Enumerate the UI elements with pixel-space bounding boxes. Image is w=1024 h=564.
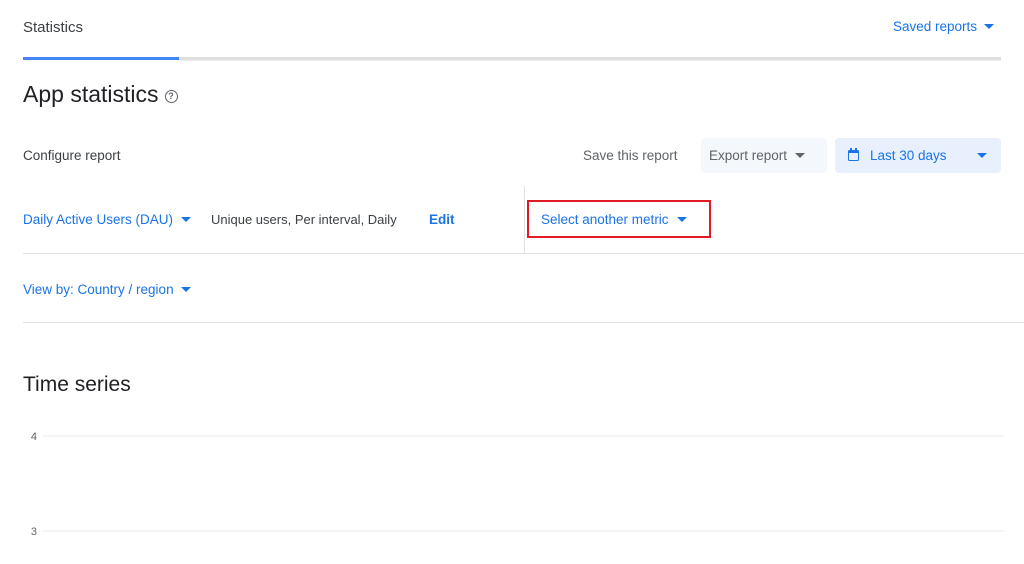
divider [23,253,1024,254]
divider [23,322,1024,323]
export-report-button[interactable]: Export report [701,138,827,173]
help-circle-icon[interactable]: ? [164,90,178,103]
view-by-label: View by: Country / region [23,282,174,297]
caret-down-icon [181,217,192,222]
metric-dropdown[interactable]: Daily Active Users (DAU) [23,212,192,227]
metric-description: Unique users, Per interval, Daily [211,212,397,227]
date-range-label: Last 30 days [870,148,947,163]
caret-down-icon [795,153,806,158]
select-another-metric-dropdown[interactable]: Select another metric [527,200,711,238]
metric-name: Daily Active Users (DAU) [23,212,174,227]
select-another-metric-label: Select another metric [541,211,669,227]
save-report-button[interactable]: Save this report [583,148,678,163]
saved-reports-dropdown[interactable]: Saved reports [893,19,994,34]
view-by-dropdown[interactable]: View by: Country / region [23,282,191,297]
caret-down-icon [180,287,191,292]
top-bar: Statistics Saved reports [0,0,1024,61]
divider [524,186,525,253]
caret-down-icon [977,153,987,158]
caret-down-icon [984,24,994,29]
calendar-icon [848,148,859,161]
y-tick-label: 4 [31,431,37,443]
tab-statistics[interactable]: Statistics [23,19,83,36]
saved-reports-label: Saved reports [892,19,977,34]
tab-active-indicator [23,57,179,60]
divider [179,60,1001,61]
caret-down-icon [676,216,687,222]
date-range-button[interactable]: Last 30 days [835,138,1001,173]
export-report-label: Export report [709,148,788,163]
page-title: App statistics ? [23,81,178,108]
page-title-text: App statistics [23,81,159,107]
edit-metric-link[interactable]: Edit [429,212,455,227]
time-series-title: Time series [23,373,131,396]
time-series-chart: 43 [31,431,1004,538]
configure-report-label: Configure report [23,148,121,163]
y-tick-label: 3 [31,526,37,538]
